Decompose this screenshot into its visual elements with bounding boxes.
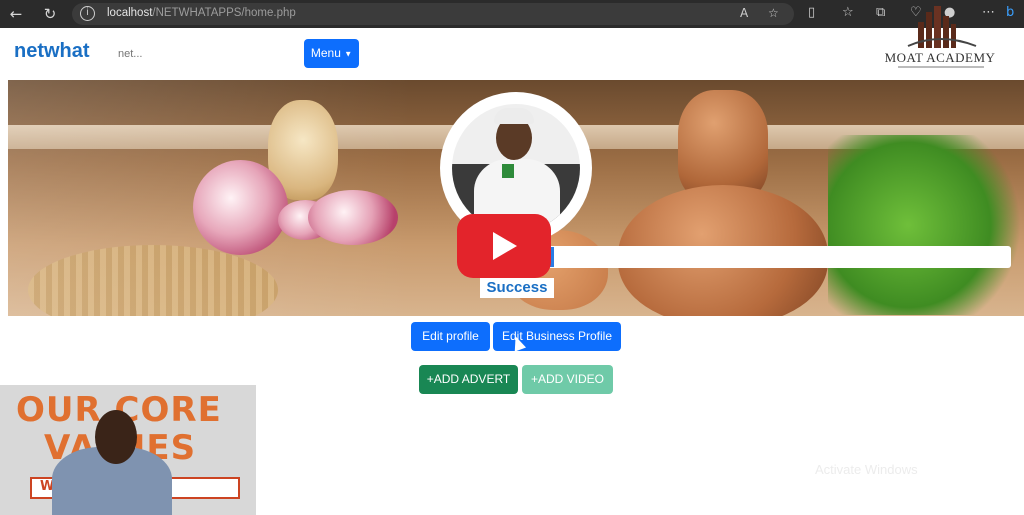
back-icon[interactable]: ← [6,4,26,24]
browser-toolbar: ← ↻ i localhost/NETWHATAPPS/home.php A ☆… [0,0,1024,28]
address-bar[interactable]: i localhost/NETWHATAPPS/home.php A ☆ [72,3,794,25]
search-input[interactable] [118,48,238,60]
menu-label: Menu [310,46,341,60]
edit-profile-button[interactable]: Edit profile [411,322,490,351]
avatar[interactable] [452,104,580,232]
caret-down-icon: ▼ [344,49,353,59]
favorite-star-icon[interactable]: ☆ [768,6,779,20]
address-url: localhost/NETWHATAPPS/home.php [107,7,296,19]
youtube-play-icon[interactable] [457,214,551,278]
bing-icon[interactable]: b [1006,5,1014,20]
brand-logo[interactable]: netwhat [14,40,90,63]
info-icon[interactable]: i [80,6,95,21]
activate-windows-notice: Activate Windows [815,462,918,477]
add-advert-button[interactable]: +ADD ADVERT [419,365,518,394]
page: ← ↻ i localhost/NETWHATAPPS/home.php A ☆… [0,0,1024,515]
read-aloud-icon[interactable]: A [740,6,748,20]
favorites-icon[interactable]: ☆ [842,5,854,20]
watermark-logo: MOAT ACADEMY [884,2,996,74]
reload-icon[interactable]: ↻ [40,4,60,24]
watermark-tagline [898,66,984,68]
buildings-icon [907,6,977,48]
site-navbar: netwhat Menu ▼ [0,28,1024,78]
watermark-text: MOAT ACADEMY [884,50,996,65]
webcam-overlay: OUR CORE VALUES W TAL [0,385,256,515]
profile-subtitle: Success [480,278,554,298]
menu-dropdown-button[interactable]: Menu ▼ [304,39,359,68]
split-screen-icon[interactable]: ▯ [808,5,815,20]
presenter-head [95,410,137,464]
add-video-button[interactable]: +ADD VIDEO [522,365,613,394]
